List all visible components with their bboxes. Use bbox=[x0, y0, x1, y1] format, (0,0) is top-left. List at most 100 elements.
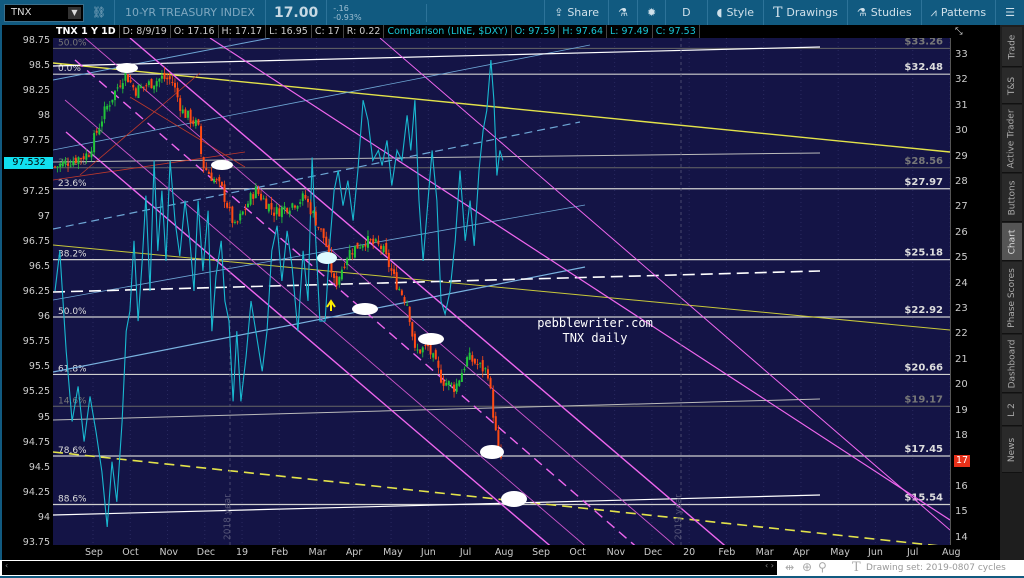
drawing-set-selector[interactable]: Drawing set: 2019-0807 cycles bbox=[866, 563, 1006, 573]
time-axis-tick: 19 bbox=[235, 547, 249, 558]
candle-body bbox=[61, 161, 64, 167]
candle-body bbox=[69, 165, 72, 167]
candle-body bbox=[283, 206, 286, 210]
studies-button[interactable]: ⚗ Studies bbox=[846, 0, 921, 25]
scroll-left-icon[interactable]: ‹ bbox=[5, 561, 8, 570]
sidebar-tab-trade[interactable]: Trade bbox=[1002, 27, 1022, 67]
grey-trendline[interactable] bbox=[53, 152, 821, 163]
patterns-button[interactable]: ⩘ Patterns bbox=[920, 0, 996, 25]
menu-icon: ☰ bbox=[1005, 6, 1015, 19]
share-button[interactable]: ⇪ Share bbox=[544, 0, 608, 25]
chart-title: TNX 1 Y 1D bbox=[53, 25, 120, 38]
chart-scrollbar[interactable]: ‹ ‹ › bbox=[2, 561, 777, 575]
red-fan-line[interactable] bbox=[129, 96, 246, 168]
candle-body bbox=[267, 204, 270, 212]
candle-body bbox=[393, 269, 396, 274]
top-toolbar: TNX ▼ ⛓ 10-YR TREASURY INDEX 17.00 -.16 -… bbox=[0, 0, 1024, 25]
candle-body bbox=[90, 151, 93, 158]
symbol-selector[interactable]: TNX ▼ bbox=[4, 3, 84, 22]
chart-info-bar: TNX 1 Y 1D D: 8/9/19 O: 17.16 H: 17.17 L… bbox=[53, 25, 1000, 38]
time-axis-tick: Aug bbox=[941, 547, 961, 558]
sidebar-tab-phase-scores[interactable]: Phase Scores bbox=[1002, 262, 1022, 334]
candle-body bbox=[270, 202, 273, 210]
right-price-axis[interactable]: 33 32 31 30 29 28 27 26 25 24 23 22 21 20 19 18 17 16 15 14… bbox=[950, 38, 1000, 545]
year-label: 2019 year bbox=[674, 494, 684, 540]
sidebar-tab-news[interactable]: News bbox=[1002, 427, 1022, 473]
grey-trendline[interactable] bbox=[53, 398, 821, 421]
share-icon: ⇪ bbox=[554, 6, 564, 19]
candle-body bbox=[189, 109, 192, 124]
sidebar-tab-l-2[interactable]: L 2 bbox=[1002, 394, 1022, 426]
white-trendline[interactable] bbox=[53, 46, 821, 67]
right-axis-tick: 21 bbox=[955, 353, 968, 365]
candle-body bbox=[421, 347, 424, 353]
time-axis[interactable]: Sep Oct Nov Dec 19 Feb Mar Apr May Jun Jul Aug Sep Oc… bbox=[53, 545, 961, 560]
candle-body bbox=[406, 304, 409, 306]
candle-body bbox=[265, 198, 268, 209]
candle-body bbox=[218, 177, 221, 182]
candle-body bbox=[210, 172, 213, 181]
magenta-channel-line[interactable] bbox=[209, 38, 950, 521]
collapse-icon[interactable]: ⤡ bbox=[952, 25, 1000, 38]
blue-channel-line[interactable] bbox=[53, 44, 591, 151]
zoom-icon[interactable]: ⚲ bbox=[818, 560, 827, 574]
candle-body bbox=[140, 86, 143, 88]
info-range: R: 0.22 bbox=[344, 25, 385, 38]
sidebar-tab-label: T&S bbox=[1006, 76, 1017, 95]
info-close: C: 17 bbox=[312, 25, 344, 38]
aggregation-button[interactable]: D bbox=[665, 0, 706, 25]
white-dashed-line[interactable] bbox=[53, 270, 821, 293]
scroll-right-icon[interactable]: ‹ › bbox=[765, 561, 774, 570]
candle-body bbox=[364, 244, 367, 247]
magenta-channel-line[interactable] bbox=[84, 38, 680, 545]
sidebar-tab-active-trader[interactable]: Active Trader bbox=[1002, 105, 1022, 173]
fib-percent-label: 38.2% bbox=[58, 250, 87, 260]
left-axis-tick: 98.5 bbox=[28, 60, 50, 72]
annotation-label: TNX daily bbox=[562, 331, 627, 345]
magenta-dashed-line[interactable] bbox=[74, 59, 640, 545]
drawings-button[interactable]: T Drawings bbox=[763, 0, 847, 25]
left-axis-tick: 95 bbox=[37, 411, 50, 423]
text-t-icon[interactable]: T bbox=[852, 560, 861, 575]
chart-plot-area[interactable]: 50.0%$33.260.0%$32.4838.2%$28.5623.6%$27… bbox=[53, 38, 950, 545]
yellow-trendline[interactable] bbox=[53, 62, 950, 153]
chevron-down-icon[interactable]: ▼ bbox=[68, 6, 81, 19]
style-button[interactable]: ◖ Style bbox=[706, 0, 763, 25]
sidebar-tab-label: Buttons bbox=[1007, 180, 1017, 215]
candle-body bbox=[80, 158, 83, 160]
style-icon: ◖ bbox=[716, 6, 723, 19]
time-axis-tick: Feb bbox=[718, 547, 736, 558]
right-axis-tick: 23 bbox=[955, 303, 968, 314]
sidebar-tab-buttons[interactable]: Buttons bbox=[1002, 174, 1022, 222]
candle-body bbox=[273, 212, 276, 216]
link-icon[interactable]: ⛓ bbox=[92, 6, 106, 19]
instrument-title: 10-YR TREASURY INDEX bbox=[124, 6, 255, 19]
candle-body bbox=[411, 322, 414, 337]
pan-icon[interactable]: ⇹ bbox=[785, 561, 794, 574]
candle-body bbox=[111, 99, 114, 103]
sidebar-tab-chart[interactable]: Chart bbox=[1002, 223, 1022, 261]
candle-body bbox=[348, 250, 351, 259]
blue-channel-line[interactable] bbox=[53, 266, 586, 373]
settings-button[interactable]: ✹ bbox=[636, 0, 665, 25]
candle-body bbox=[220, 181, 223, 186]
candle-body bbox=[56, 166, 59, 168]
candle-body bbox=[249, 193, 252, 205]
flask-button[interactable]: ⚗ bbox=[608, 0, 637, 25]
left-price-axis[interactable]: 98.7598.598.259897.7597.597.259796.7596.… bbox=[0, 25, 54, 560]
candle-body bbox=[424, 345, 427, 347]
candle-body bbox=[275, 207, 278, 215]
time-axis-tick: Jul bbox=[906, 547, 919, 558]
sidebar-tab-dashboard[interactable]: Dashboard bbox=[1002, 335, 1022, 393]
crosshair-icon[interactable]: ⊕ bbox=[802, 560, 812, 574]
candle-body bbox=[338, 276, 341, 285]
candle-body bbox=[494, 416, 497, 431]
candle-body bbox=[145, 85, 148, 87]
candle-body bbox=[116, 87, 119, 89]
right-axis-tick: 20 bbox=[955, 379, 968, 391]
candle-body bbox=[244, 208, 247, 210]
left-axis-tick: 95.25 bbox=[22, 386, 50, 398]
menu-button[interactable]: ☰ bbox=[995, 0, 1024, 25]
sidebar-tab-t-s[interactable]: T&S bbox=[1002, 68, 1022, 104]
candle-body bbox=[484, 368, 487, 370]
